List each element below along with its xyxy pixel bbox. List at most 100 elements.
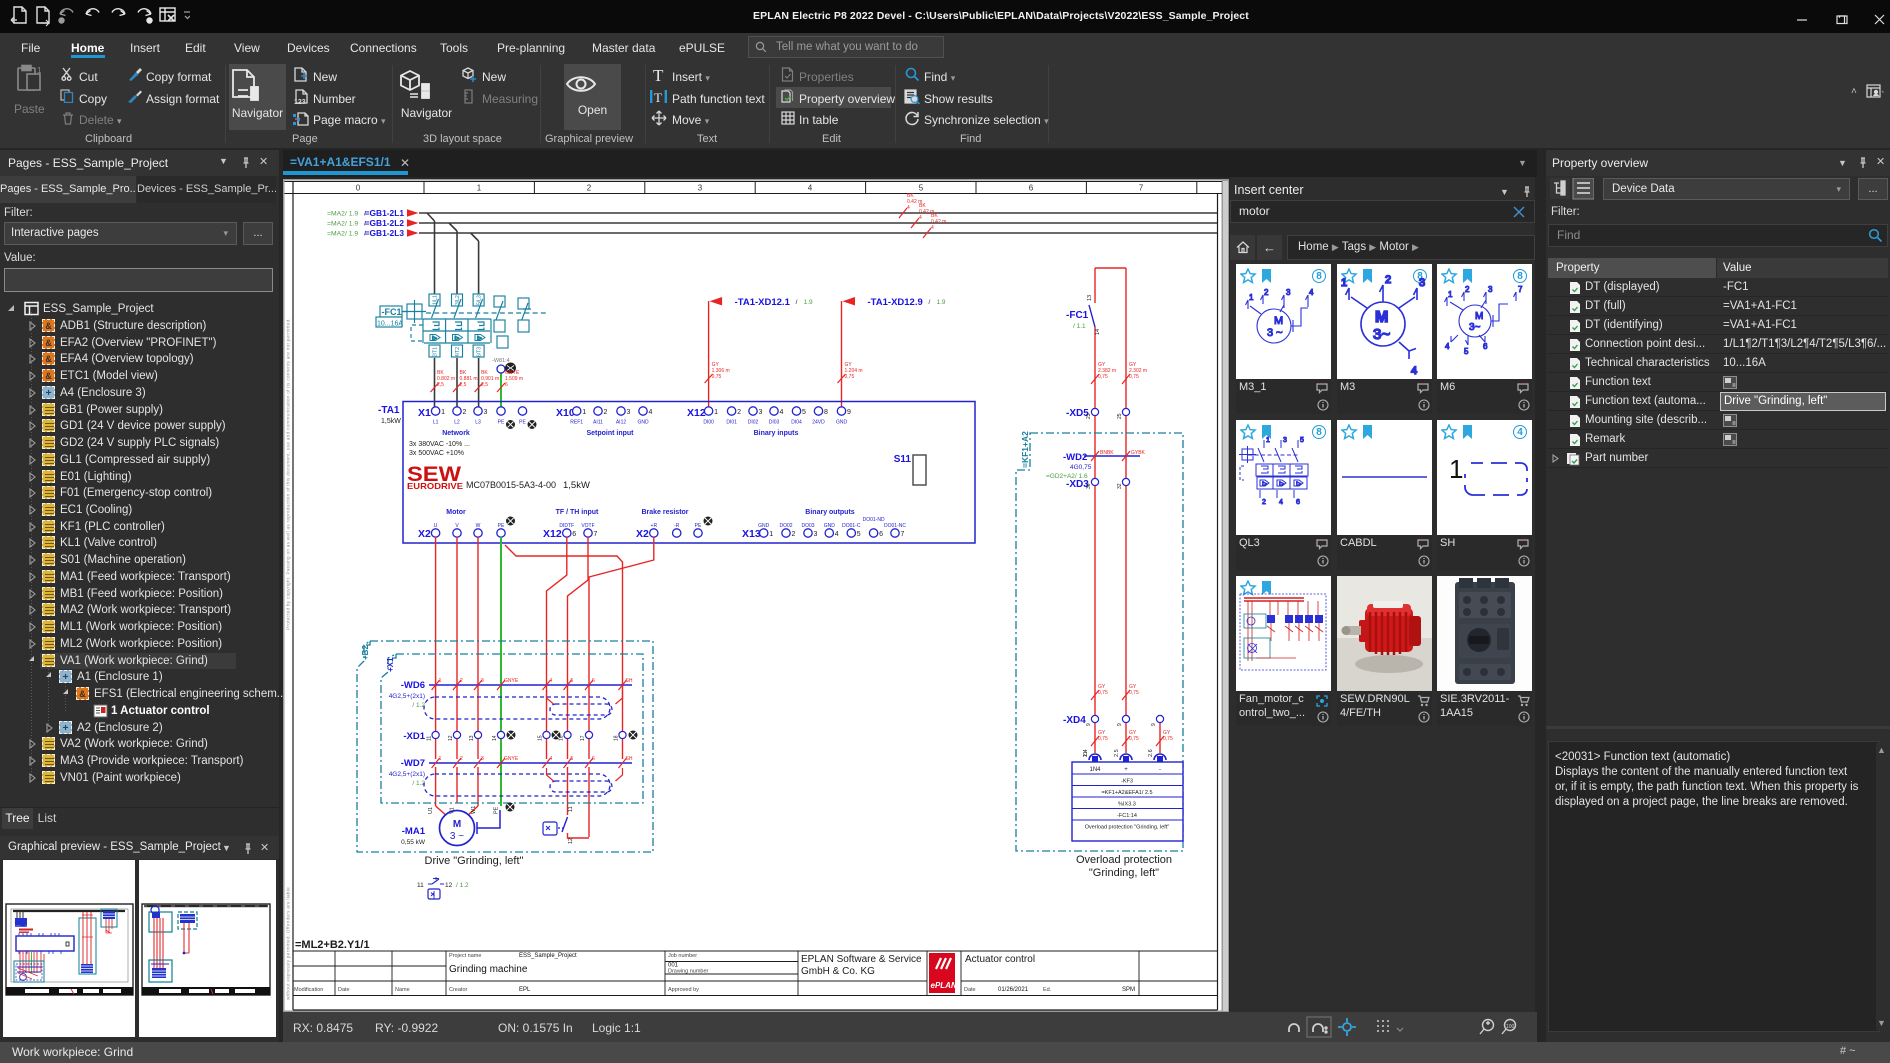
svg-text:-MA1: -MA1 bbox=[402, 826, 426, 837]
svg-text:GND: GND bbox=[637, 420, 649, 426]
svg-text:17: 17 bbox=[580, 735, 586, 741]
svg-text:9: 9 bbox=[1151, 723, 1157, 726]
svg-text:GNYE: GNYE bbox=[504, 678, 519, 684]
svg-text:0: 0 bbox=[356, 184, 361, 193]
svg-text:3: 3 bbox=[627, 409, 631, 416]
svg-text:15: 15 bbox=[538, 735, 544, 741]
svg-text:GNYE: GNYE bbox=[504, 756, 519, 762]
svg-text:ESS_Sample_Project: ESS_Sample_Project bbox=[519, 953, 577, 959]
svg-text:4: 4 bbox=[835, 531, 839, 538]
svg-text:Project name: Project name bbox=[449, 953, 481, 959]
svg-text:-TA1: -TA1 bbox=[378, 405, 400, 416]
svg-text:Date: Date bbox=[338, 987, 350, 993]
svg-text:-TA1-XD12.1: -TA1-XD12.1 bbox=[735, 297, 791, 308]
svg-text:EURODRIVE: EURODRIVE bbox=[407, 481, 463, 491]
svg-text:SH: SH bbox=[626, 678, 633, 684]
svg-text:25: 25 bbox=[1117, 413, 1123, 419]
svg-text:=KF1+A2: =KF1+A2 bbox=[1020, 431, 1030, 468]
svg-text:2,5: 2,5 bbox=[437, 382, 444, 388]
svg-text:2: 2 bbox=[460, 756, 463, 762]
svg-text:I>: I> bbox=[1279, 482, 1285, 488]
svg-text:12: 12 bbox=[445, 882, 453, 889]
svg-text:-XD4: -XD4 bbox=[1063, 715, 1086, 726]
svg-text:6/T3: 6/T3 bbox=[477, 347, 483, 357]
svg-text:2.6: 2.6 bbox=[1148, 749, 1154, 757]
svg-text:5: 5 bbox=[802, 409, 806, 416]
svg-text:4: 4 bbox=[550, 756, 553, 762]
svg-text:T: T bbox=[653, 66, 664, 83]
svg-text:/ 1.2: / 1.2 bbox=[456, 882, 469, 889]
svg-text:-R: -R bbox=[674, 523, 680, 529]
svg-text:X2: X2 bbox=[418, 528, 431, 540]
svg-text:11: 11 bbox=[427, 736, 433, 741]
svg-text:DO01-ND: DO01-ND bbox=[863, 517, 885, 523]
svg-text:PE: PE bbox=[695, 523, 702, 529]
svg-text:3: 3 bbox=[1283, 437, 1287, 444]
svg-text:DO01-NC: DO01-NC bbox=[884, 523, 906, 529]
svg-text:11: 11 bbox=[1083, 751, 1089, 757]
svg-text:=ML2+B2.Y1/1: =ML2+B2.Y1/1 bbox=[295, 939, 370, 951]
svg-text:Approved by: Approved by bbox=[668, 987, 699, 993]
svg-text:GND: GND bbox=[836, 420, 848, 426]
svg-text:-WD6: -WD6 bbox=[401, 680, 425, 691]
svg-text:=MA2/ 1.9: =MA2/ 1.9 bbox=[327, 221, 358, 228]
svg-text:Network: Network bbox=[442, 430, 470, 437]
svg-text:1N4: 1N4 bbox=[1089, 767, 1101, 773]
svg-text:AI11: AI11 bbox=[593, 420, 603, 426]
svg-text:3 ~: 3 ~ bbox=[450, 831, 464, 842]
svg-text:Job number: Job number bbox=[668, 953, 697, 959]
svg-text:11: 11 bbox=[568, 806, 574, 812]
svg-text:9: 9 bbox=[1086, 723, 1092, 726]
svg-text:/ 1.1: / 1.1 bbox=[1073, 323, 1086, 330]
svg-text:-KF3: -KF3 bbox=[1121, 779, 1133, 785]
svg-text:GND: GND bbox=[758, 523, 770, 529]
svg-text:4/T2: 4/T2 bbox=[455, 347, 461, 357]
svg-text:I>: I> bbox=[1262, 482, 1268, 488]
svg-text:%IX3.3: %IX3.3 bbox=[1118, 802, 1136, 808]
svg-text:9: 9 bbox=[847, 409, 851, 416]
svg-text:4: 4 bbox=[780, 409, 784, 416]
svg-text:/: / bbox=[796, 299, 798, 306]
svg-text:1: 1 bbox=[439, 678, 442, 684]
svg-text:13: 13 bbox=[469, 735, 475, 741]
svg-text:0,55 kW: 0,55 kW bbox=[401, 839, 426, 846]
svg-text:6: 6 bbox=[592, 678, 595, 684]
svg-text:Binary outputs: Binary outputs bbox=[805, 509, 854, 516]
svg-text:0,75: 0,75 bbox=[1098, 374, 1108, 380]
svg-text:3: 3 bbox=[759, 409, 763, 416]
svg-text:X2: X2 bbox=[636, 528, 649, 540]
svg-text:L3: L3 bbox=[475, 420, 481, 426]
svg-text:6: 6 bbox=[592, 756, 595, 762]
svg-text:GYBK: GYBK bbox=[1131, 450, 1146, 456]
svg-text:DI04: DI04 bbox=[791, 420, 802, 426]
svg-text:0,75: 0,75 bbox=[1163, 736, 1173, 742]
svg-text:4: 4 bbox=[1279, 499, 1283, 506]
svg-text:4: 4 bbox=[931, 225, 934, 231]
svg-text:13: 13 bbox=[1087, 295, 1093, 301]
svg-text:I>: I> bbox=[432, 336, 437, 342]
svg-text:2: 2 bbox=[604, 409, 608, 416]
svg-text:1,5kW: 1,5kW bbox=[563, 480, 590, 491]
svg-text:=MA2/ 1.9: =MA2/ 1.9 bbox=[327, 211, 358, 218]
svg-text:1: 1 bbox=[1448, 290, 1453, 299]
svg-text:=KF1+A2&EFA1/ 2.5: =KF1+A2&EFA1/ 2.5 bbox=[1101, 790, 1152, 796]
svg-text:+R: +R bbox=[651, 523, 658, 529]
svg-text:2: 2 bbox=[737, 409, 741, 416]
svg-text:BNBK: BNBK bbox=[1100, 450, 1114, 456]
svg-text:PE: PE bbox=[494, 806, 500, 814]
svg-text:6: 6 bbox=[1296, 499, 1300, 506]
svg-text:GND: GND bbox=[824, 523, 836, 529]
svg-text:4: 4 bbox=[907, 205, 910, 211]
svg-text:1: 1 bbox=[1449, 454, 1463, 484]
svg-text:1.9: 1.9 bbox=[937, 299, 946, 306]
svg-text:4: 4 bbox=[1411, 365, 1417, 377]
svg-text:23: 23 bbox=[1086, 413, 1092, 419]
svg-text:3x 380VAC -10% ...: 3x 380VAC -10% ... bbox=[409, 441, 470, 448]
svg-text:32: 32 bbox=[1117, 483, 1123, 489]
svg-text:SPM: SPM bbox=[1122, 987, 1135, 993]
svg-text:2,5: 2,5 bbox=[460, 382, 467, 388]
svg-text:REF1: REF1 bbox=[570, 420, 583, 426]
svg-text:L2: L2 bbox=[454, 420, 460, 426]
svg-text:6: 6 bbox=[1029, 184, 1034, 193]
svg-text:2: 2 bbox=[460, 678, 463, 684]
